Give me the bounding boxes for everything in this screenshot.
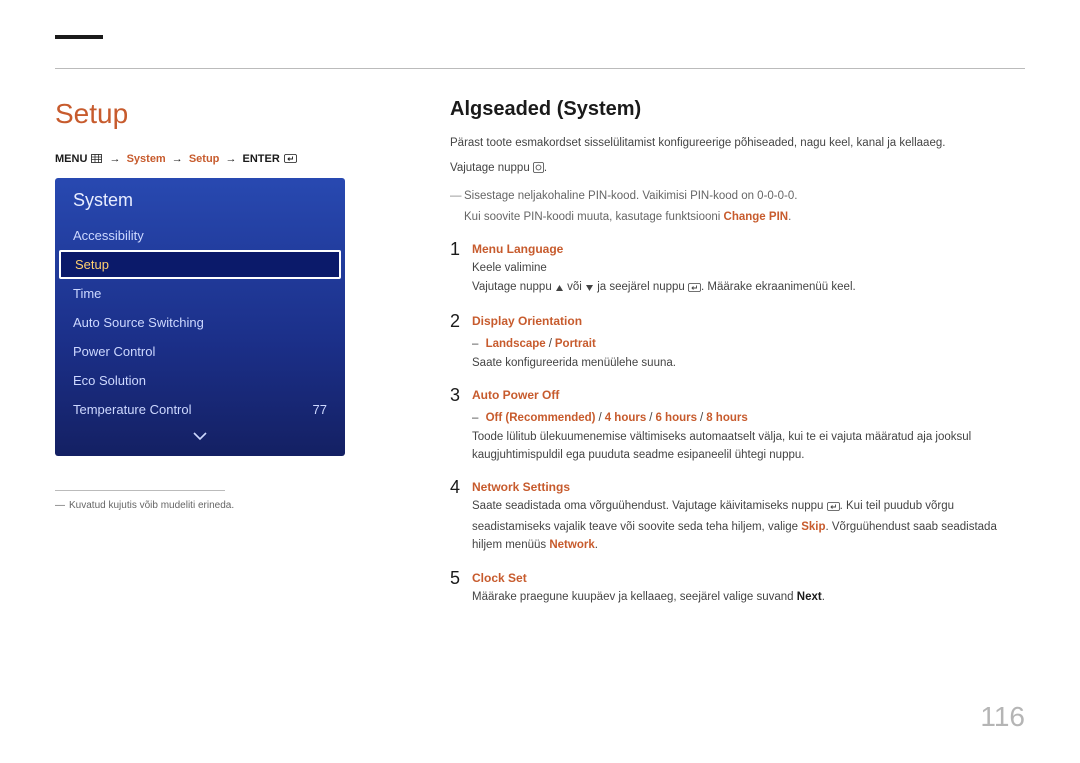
opt: Landscape (486, 338, 546, 350)
step-text: Keele valimine (472, 259, 1025, 277)
enter-icon (827, 499, 840, 517)
step-body: Display Orientation ‒ Landscape/Portrait… (472, 312, 1025, 372)
osd-item-temperature[interactable]: Temperature Control 77 (55, 395, 345, 424)
step-body: Clock Set Määrake praegune kuupäev ja ke… (472, 569, 1025, 607)
osd-item-label: Time (73, 286, 101, 301)
chevron-down-icon (192, 431, 208, 441)
opt: Portrait (555, 338, 596, 350)
t: või (564, 281, 585, 293)
circle-button-icon (533, 162, 544, 179)
t: Saate seadistada oma võrguühendust. Vaju… (472, 500, 827, 512)
content-column: Algseaded (System) Pärast toote esmakord… (450, 98, 1025, 620)
pin-note: ―Sisestage neljakohaline PIN-kood. Vaiki… (450, 188, 1025, 205)
step-options: ‒ Off (Recommended)/4 hours/6 hours/8 ho… (472, 409, 1025, 427)
arrow-icon: → (172, 153, 183, 165)
osd-scroll-down[interactable] (55, 424, 345, 446)
section-intro: Pärast toote esmakordset sisselülitamist… (450, 135, 1025, 152)
step-title: Auto Power Off (472, 386, 1025, 405)
step-options: ‒ Landscape/Portrait (472, 335, 1025, 353)
step-text-2: Vajutage nuppu või ja seejärel nuppu . M… (472, 278, 1025, 298)
page-title: Setup (55, 98, 128, 130)
opt: Off (Recommended) (486, 412, 596, 424)
footnote: ―Kuvatud kujutis võib mudeliti erineda. (55, 500, 234, 511)
opt: 8 hours (706, 412, 748, 424)
osd-item-value: 77 (313, 402, 327, 417)
osd-item-power-control[interactable]: Power Control (55, 337, 345, 366)
breadcrumb-menu: MENU (55, 153, 87, 165)
step-2: 2 Display Orientation ‒ Landscape/Portra… (450, 312, 1025, 372)
step-text: Toode lülitub ülekuumenemise vältimiseks… (472, 428, 1025, 465)
triangle-up-icon (555, 280, 564, 298)
osd-item-label: Temperature Control (73, 402, 192, 417)
t: . Määrake ekraanimenüü keel. (701, 281, 856, 293)
step-body: Network Settings Saate seadistada oma võ… (472, 478, 1025, 554)
step-number: 4 (450, 478, 472, 498)
step-1: 1 Menu Language Keele valimine Vajutage … (450, 240, 1025, 298)
t: . (595, 539, 598, 551)
press-suffix: . (544, 162, 547, 174)
opt: 6 hours (655, 412, 697, 424)
osd-item-label: Setup (75, 257, 109, 272)
breadcrumb: MENU → System → Setup → ENTER (55, 153, 298, 166)
t: ja seejärel nuppu (594, 281, 688, 293)
osd-item-setup[interactable]: Setup (59, 250, 341, 279)
top-rule (55, 68, 1025, 69)
arrow-icon: → (225, 153, 236, 165)
menu-grid-icon (91, 154, 102, 166)
section-heading: Algseaded (System) (450, 98, 1025, 121)
step-body: Auto Power Off ‒ Off (Recommended)/4 hou… (472, 386, 1025, 464)
press-button-line: Vajutage nuppu . (450, 160, 1025, 179)
footnote-divider (55, 490, 225, 491)
osd-item-label: Power Control (73, 344, 155, 359)
breadcrumb-enter: ENTER (243, 153, 280, 165)
change-pin-a: Kui soovite PIN-koodi muuta, kasutage fu… (464, 211, 724, 223)
step-title: Menu Language (472, 240, 1025, 259)
step-text: Saate seadistada oma võrguühendust. Vaju… (472, 497, 1025, 554)
page-accent-bar (55, 35, 103, 39)
osd-item-accessibility[interactable]: Accessibility (55, 221, 345, 250)
osd-header: System (55, 178, 345, 221)
osd-menu-panel: System Accessibility Setup Time Auto Sou… (55, 178, 345, 456)
step-number: 5 (450, 569, 472, 589)
step-5: 5 Clock Set Määrake praegune kuupäev ja … (450, 569, 1025, 607)
step-number: 2 (450, 312, 472, 332)
arrow-icon: → (110, 153, 121, 165)
change-pin-label: Change PIN (724, 211, 789, 223)
step-number: 1 (450, 240, 472, 260)
change-pin-note: Kui soovite PIN-koodi muuta, kasutage fu… (450, 209, 1025, 226)
step-title: Network Settings (472, 478, 1025, 497)
step-number: 3 (450, 386, 472, 406)
enter-icon (688, 280, 701, 298)
step-text: Määrake praegune kuupäev ja kellaaeg, se… (472, 588, 1025, 606)
osd-item-label: Eco Solution (73, 373, 146, 388)
step-title: Display Orientation (472, 312, 1025, 331)
t: . (822, 591, 825, 603)
breadcrumb-setup: Setup (189, 153, 220, 165)
enter-icon (284, 154, 297, 166)
osd-item-label: Accessibility (73, 228, 144, 243)
step-4: 4 Network Settings Saate seadistada oma … (450, 478, 1025, 554)
t: Vajutage nuppu (472, 281, 555, 293)
breadcrumb-system: System (127, 153, 166, 165)
steps-list: 1 Menu Language Keele valimine Vajutage … (450, 240, 1025, 606)
opt: 4 hours (605, 412, 647, 424)
step-text: Saate konfigureerida menüülehe suuna. (472, 354, 1025, 372)
osd-item-time[interactable]: Time (55, 279, 345, 308)
t: Määrake praegune kuupäev ja kellaaeg, se… (472, 591, 797, 603)
network-label: Network (549, 539, 594, 551)
press-prefix: Vajutage nuppu (450, 162, 533, 174)
step-3: 3 Auto Power Off ‒ Off (Recommended)/4 h… (450, 386, 1025, 464)
triangle-down-icon (585, 280, 594, 298)
skip-label: Skip (801, 521, 825, 533)
pin-note-text: Sisestage neljakohaline PIN-kood. Vaikim… (464, 190, 797, 202)
osd-item-auto-source[interactable]: Auto Source Switching (55, 308, 345, 337)
osd-item-label: Auto Source Switching (73, 315, 204, 330)
page-number: 116 (980, 701, 1025, 733)
osd-item-eco-solution[interactable]: Eco Solution (55, 366, 345, 395)
step-title: Clock Set (472, 569, 1025, 588)
footnote-text: Kuvatud kujutis võib mudeliti erineda. (69, 500, 234, 511)
step-body: Menu Language Keele valimine Vajutage nu… (472, 240, 1025, 298)
next-label: Next (797, 591, 822, 603)
change-pin-c: . (788, 211, 791, 223)
